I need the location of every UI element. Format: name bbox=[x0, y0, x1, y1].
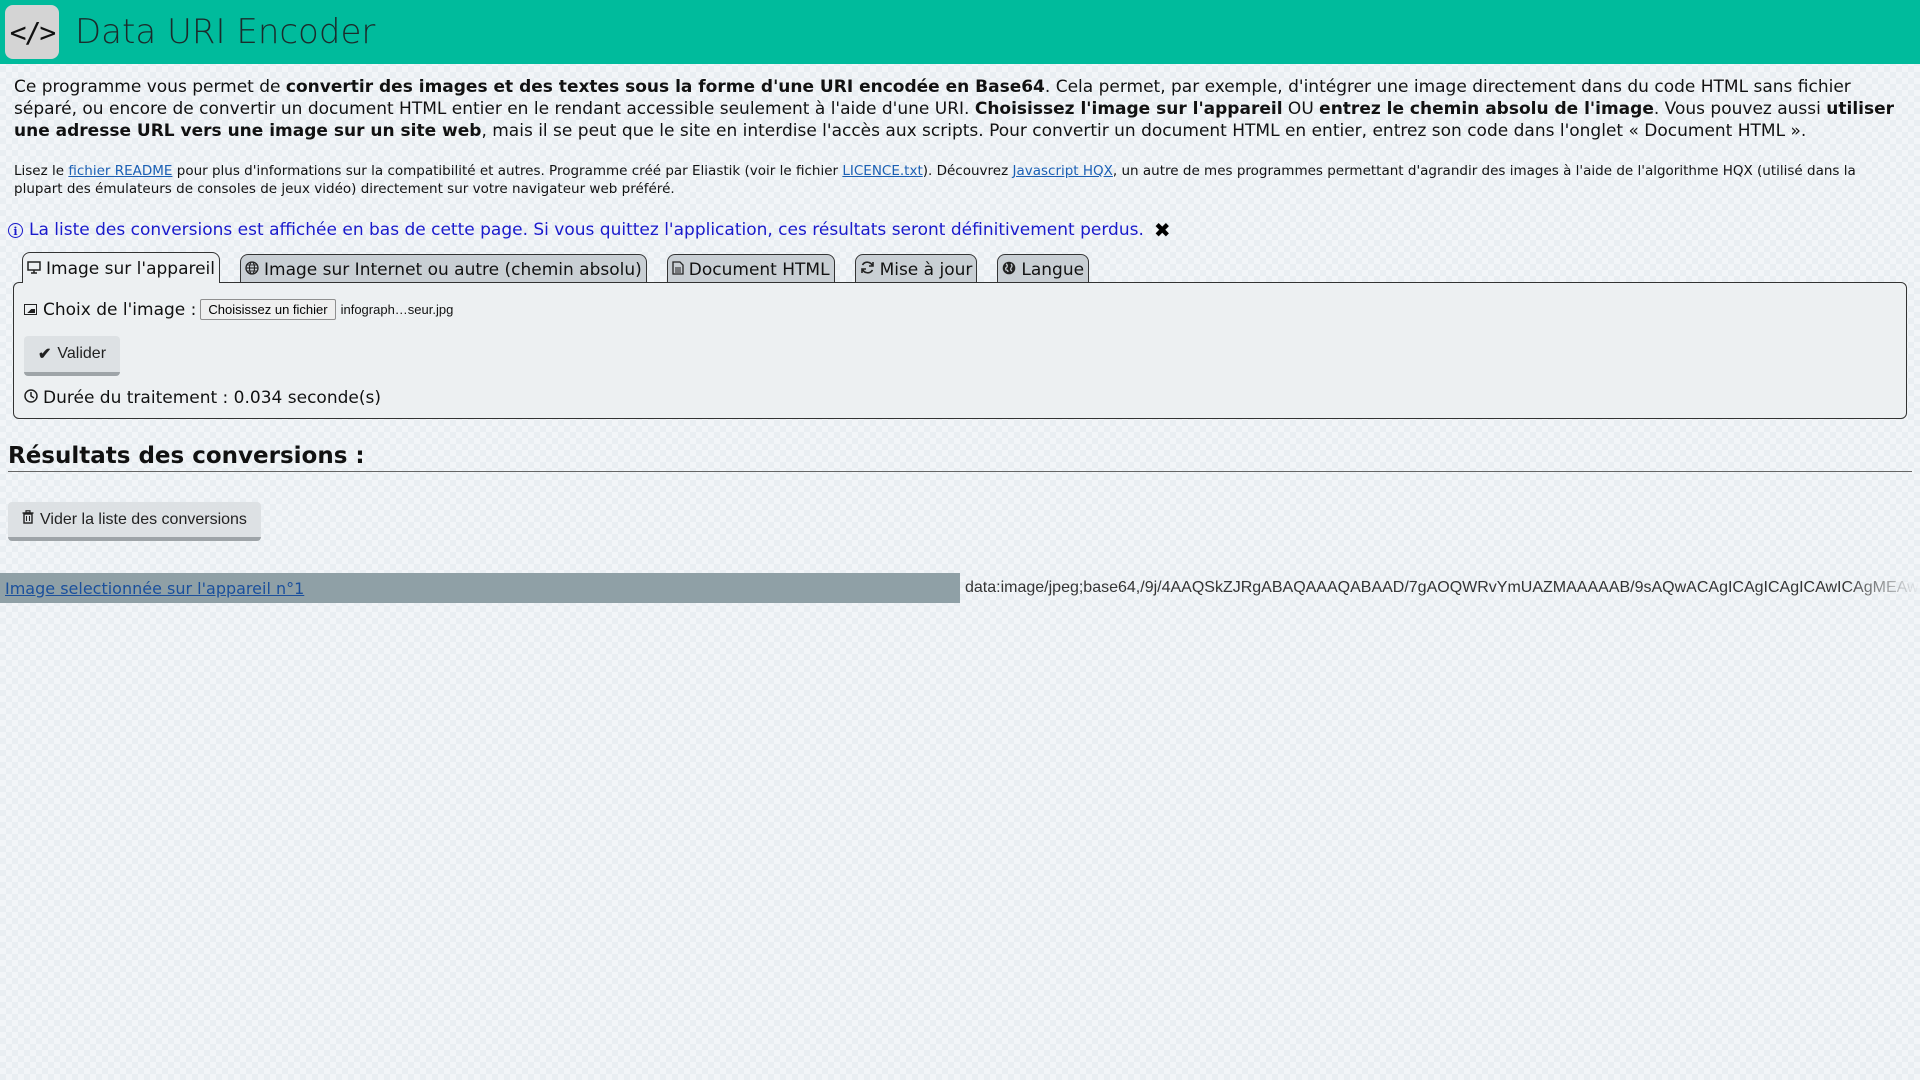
tab-html-document[interactable]: Document HTML bbox=[666, 254, 835, 282]
close-icon[interactable]: ✖ bbox=[1154, 218, 1171, 242]
credits-paragraph: Lisez le fichier README pour plus d'info… bbox=[14, 162, 1906, 198]
tab-label: Langue bbox=[1021, 259, 1085, 280]
choose-file-button[interactable]: Choisissez un fichier bbox=[200, 299, 336, 320]
validate-label: Valider bbox=[57, 345, 107, 362]
image-choice-label: Choix de l'image : bbox=[43, 299, 197, 320]
result-uri-cell[interactable]: data:image/jpeg;base64,/9j/4AAQSkZJRgABA… bbox=[960, 573, 1920, 603]
result-item-link[interactable]: Image selectionnée sur l'appareil n°1 bbox=[5, 579, 304, 598]
licence-link[interactable]: LICENCE.txt bbox=[842, 163, 922, 179]
hqx-link[interactable]: Javascript HQX bbox=[1012, 163, 1112, 179]
intro-bold: Choisissez l'image sur l'appareil bbox=[974, 99, 1283, 119]
tab-image-device[interactable]: Image sur l'appareil bbox=[22, 252, 221, 283]
info-icon: i bbox=[8, 222, 23, 238]
code-logo-icon: </> bbox=[5, 5, 59, 59]
app-header: </> Data URI Encoder bbox=[0, 0, 1920, 64]
info-banner: i La liste des conversions est affichée … bbox=[8, 218, 1912, 242]
monitor-icon bbox=[27, 260, 41, 278]
results-title: Résultats des conversions : bbox=[8, 443, 1912, 472]
clear-conversions-button[interactable]: Vider la liste des conversions bbox=[8, 502, 261, 541]
intro-text: Ce programme vous permet de bbox=[14, 77, 286, 97]
tab-update[interactable]: Mise à jour bbox=[854, 254, 978, 282]
app-title: Data URI Encoder bbox=[75, 12, 376, 52]
readme-link[interactable]: fichier README bbox=[68, 163, 172, 179]
intro-text: OU bbox=[1282, 99, 1320, 119]
credits-text: pour plus d'informations sur la compatib… bbox=[172, 163, 843, 179]
globe-icon bbox=[245, 260, 259, 279]
duration-row: Durée du traitement : 0.034 seconde(s) bbox=[24, 388, 1896, 408]
intro-bold: convertir des images et des textes sous … bbox=[285, 77, 1045, 97]
checkmark-icon: ✔ bbox=[38, 346, 52, 363]
validate-button[interactable]: ✔ Valider bbox=[24, 336, 121, 376]
intro-bold: entrez le chemin absolu de l'image bbox=[1319, 99, 1654, 119]
image-choice-row: Choix de l'image : Choisissez un fichier… bbox=[24, 299, 1896, 320]
intro-paragraph: Ce programme vous permet de convertir de… bbox=[14, 76, 1906, 142]
intro-text: . Vous pouvez aussi bbox=[1653, 99, 1827, 119]
tab-image-internet[interactable]: Image sur Internet ou autre (chemin abso… bbox=[240, 254, 647, 282]
tab-panel-image-device: Choix de l'image : Choisissez un fichier… bbox=[13, 282, 1907, 419]
tab-bar: Image sur l'appareil Image sur Internet … bbox=[22, 252, 1912, 283]
result-name-cell: Image selectionnée sur l'appareil n°1 bbox=[0, 573, 960, 603]
refresh-icon bbox=[860, 260, 875, 279]
duration-text: Durée du traitement : 0.034 seconde(s) bbox=[43, 388, 381, 408]
info-text: La liste des conversions est affichée en… bbox=[29, 220, 1144, 240]
selected-file-name: infograph…seur.jpg bbox=[340, 302, 454, 317]
intro-text: , mais il se peut que le site en interdi… bbox=[481, 121, 1807, 141]
credits-text: Lisez le bbox=[14, 163, 69, 179]
tab-label: Mise à jour bbox=[879, 259, 973, 280]
tab-language[interactable]: Langue bbox=[997, 254, 1090, 282]
clear-conversions-label: Vider la liste des conversions bbox=[40, 510, 247, 528]
tab-label: Document HTML bbox=[688, 259, 830, 280]
document-icon bbox=[672, 260, 684, 279]
globe-language-icon bbox=[1002, 261, 1016, 279]
result-row: Image selectionnée sur l'appareil n°1 da… bbox=[0, 573, 1920, 603]
tab-label: Image sur Internet ou autre (chemin abso… bbox=[264, 259, 642, 280]
trash-icon bbox=[22, 510, 34, 529]
tab-label: Image sur l'appareil bbox=[46, 259, 216, 279]
credits-text: ). Découvrez bbox=[922, 163, 1013, 179]
clock-icon bbox=[24, 388, 38, 408]
image-icon bbox=[24, 304, 37, 315]
